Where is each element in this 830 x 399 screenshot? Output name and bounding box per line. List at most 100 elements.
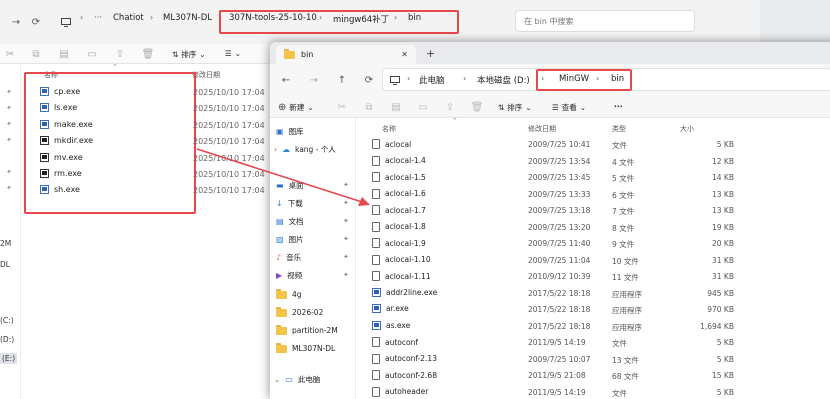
new-button[interactable]: ⊕ 新建 ⌄ — [278, 102, 314, 113]
back-file-row[interactable]: make.exe — [40, 119, 93, 129]
sidebar-item[interactable]: ♪ 音乐 — [276, 252, 301, 263]
back-nav-label[interactable]: DL — [0, 260, 10, 269]
back-crumb-ml307n[interactable]: ML307N-DL — [163, 13, 212, 23]
back-arrow-icon[interactable]: ← — [278, 72, 294, 88]
forward-arrow-icon[interactable]: → — [306, 72, 322, 88]
back-crumb-mingw-patch[interactable]: mingw64补丁 — [333, 13, 389, 25]
tab-bin[interactable]: bin ✕ — [276, 45, 416, 64]
back-crumb-bin[interactable]: bin — [408, 13, 421, 23]
back-search-input[interactable]: 在 bin 中搜索 — [515, 10, 695, 32]
file-row[interactable]: aclocal-1.6 2009/7/25 13:33 6 文件 13 KB — [356, 186, 830, 203]
gallery-icon: ▣ — [276, 127, 284, 136]
file-row[interactable]: aclocal 2009/7/25 10:41 文件 5 KB — [356, 136, 830, 153]
copy-icon[interactable]: ⧉ — [28, 46, 44, 62]
file-date: 2009/7/25 13:18 — [528, 206, 591, 215]
sidebar-item[interactable]: 4g — [276, 288, 302, 299]
back-crumb-tools[interactable]: 307N-tools-25-10-10 — [229, 13, 317, 23]
pin-icon[interactable]: ✦ — [343, 235, 349, 243]
file-row[interactable]: addr2line.exe 2017/5/22 18:18 应用程序 945 KB — [356, 285, 830, 302]
file-row[interactable]: aclocal-1.4 2009/7/25 13:54 4 文件 12 KB — [356, 153, 830, 170]
sidebar-item[interactable]: ▬ 桌面 — [276, 180, 304, 191]
sidebar-item[interactable]: ▣ 图库 — [276, 126, 304, 137]
file-name: autoheader — [385, 387, 429, 396]
rename-icon[interactable]: ▭ — [84, 46, 100, 62]
back-nav-label[interactable]: (D:) — [0, 335, 14, 344]
col-header-size[interactable]: 大小 — [680, 124, 694, 134]
sidebar-item[interactable]: › ☁ kang - 个人 — [274, 144, 336, 155]
file-row[interactable]: ar.exe 2017/5/22 18:18 应用程序 970 KB — [356, 301, 830, 318]
file-row[interactable]: aclocal-1.8 2009/7/25 13:20 8 文件 19 KB — [356, 219, 830, 236]
cut-icon[interactable]: ✂ — [334, 99, 350, 115]
back-file-row[interactable]: cp.exe — [40, 87, 80, 96]
new-tab-icon[interactable]: + — [426, 47, 435, 60]
sidebar-item[interactable]: ▤ 文档 — [276, 216, 304, 227]
back-file-row[interactable]: mkdir.exe — [40, 136, 94, 146]
sidebar-item[interactable]: 2026-02 — [276, 306, 323, 317]
file-row[interactable]: aclocal-1.7 2009/7/25 13:18 7 文件 13 KB — [356, 202, 830, 219]
monitor-icon[interactable] — [58, 14, 74, 30]
file-row[interactable]: autoconf-2.68 2011/9/5 21:08 68 文件 15 KB — [356, 367, 830, 384]
file-row[interactable]: autoconf-2.13 2009/7/25 10:07 13 文件 5 KB — [356, 351, 830, 368]
cut-icon[interactable]: ✂ — [2, 46, 18, 62]
back-file-row[interactable]: sh.exe — [40, 185, 80, 195]
crumb-disk-d[interactable]: 本地磁盘 (D:) — [477, 74, 530, 86]
paste-icon[interactable]: ▤ — [56, 46, 72, 62]
sidebar-item[interactable]: ⌄ ▭ 此电脑 — [274, 374, 320, 385]
file-date: 2009/7/25 13:33 — [528, 189, 591, 199]
file-name-cell: aclocal-1.9 — [372, 238, 426, 248]
share-icon[interactable]: ⇪ — [112, 46, 128, 62]
view-button[interactable]: ☰ 查看 ⌄ — [552, 102, 586, 113]
pin-icon[interactable]: ✦ — [343, 271, 349, 279]
chevron-down-icon[interactable]: ⌄ — [274, 375, 280, 384]
up-arrow-icon[interactable]: ↑ — [334, 72, 350, 88]
sidebar-item[interactable]: ▶ 视频 — [276, 270, 302, 281]
back-crumb-chatiot[interactable]: Chatiot — [113, 13, 144, 23]
sidebar-item[interactable]: partition-2M — [276, 324, 338, 335]
refresh-icon[interactable]: ⟳ — [28, 14, 44, 30]
paste-icon[interactable]: ▤ — [388, 99, 404, 115]
sidebar-item-label: 音乐 — [286, 253, 302, 262]
col-header-type[interactable]: 类型 — [612, 124, 626, 134]
file-row[interactable]: aclocal-1.11 2010/9/12 10:39 11 文件 31 KB — [356, 268, 830, 285]
sidebar-item[interactable]: ↓ 下载 — [276, 198, 303, 209]
pin-icon[interactable]: ✦ — [343, 181, 349, 189]
sidebar-item[interactable]: ▨ 图片 — [276, 234, 304, 245]
back-col-date[interactable]: 修改日期 — [192, 70, 220, 80]
file-row[interactable]: aclocal-1.9 2009/7/25 11:40 9 文件 20 KB — [356, 235, 830, 252]
file-row[interactable]: as.exe 2017/5/22 18:18 应用程序 1,694 KB — [356, 318, 830, 335]
back-file-row[interactable]: rm.exe — [40, 169, 82, 178]
back-nav-label[interactable]: (C:) — [0, 316, 14, 325]
breadcrumb-ellipsis[interactable]: ··· — [94, 13, 102, 23]
file-row[interactable]: aclocal-1.5 2009/7/25 13:45 5 文件 14 KB — [356, 169, 830, 186]
back-file-name: mkdir.exe — [54, 136, 94, 146]
file-row[interactable]: autoheader 2011/9/5 14:19 文件 5 KB — [356, 384, 830, 399]
copy-icon[interactable]: ⧉ — [361, 99, 377, 115]
rename-icon[interactable]: ▭ — [415, 99, 431, 115]
sidebar-item-label: 视频 — [287, 271, 303, 280]
share-icon[interactable]: ⇪ — [442, 99, 458, 115]
file-icon — [372, 386, 380, 397]
pin-icon[interactable]: ✦ — [343, 199, 349, 207]
back-nav-label[interactable]: (E:) — [0, 353, 18, 364]
back-nav-label[interactable]: 2M — [0, 239, 11, 248]
forward-arrow-icon[interactable]: → — [8, 14, 24, 30]
refresh-icon[interactable]: ⟳ — [361, 72, 377, 88]
col-header-name[interactable]: 名称 — [382, 124, 396, 134]
sidebar-item[interactable]: ML307N-DL — [276, 342, 335, 353]
sort-button[interactable]: ⇅ 排序 ⌄ — [498, 102, 532, 113]
close-tab-icon[interactable]: ✕ — [401, 50, 408, 59]
crumb-this-pc[interactable]: 此电脑 — [419, 74, 445, 86]
chevron-right-icon[interactable]: › — [274, 145, 277, 154]
file-row[interactable]: aclocal-1.10 2009/7/25 11:04 10 文件 31 KB — [356, 252, 830, 269]
back-file-row[interactable]: mv.exe — [40, 152, 83, 162]
back-file-row[interactable]: ls.exe — [40, 103, 77, 113]
delete-icon[interactable]: 🗑 — [469, 99, 485, 115]
back-sort-button[interactable]: ⇅ 排序 ⌄ — [172, 49, 206, 60]
pin-icon[interactable]: ✦ — [343, 217, 349, 225]
file-row[interactable]: autoconf 2011/9/5 14:19 文件 5 KB — [356, 334, 830, 351]
pin-icon[interactable]: ✦ — [343, 253, 349, 261]
col-header-date[interactable]: 修改日期 — [528, 124, 556, 134]
back-view-button[interactable]: ☰ ⌄ — [225, 49, 241, 58]
more-options-button[interactable]: ··· — [614, 102, 623, 111]
delete-icon[interactable]: 🗑 — [140, 46, 156, 62]
